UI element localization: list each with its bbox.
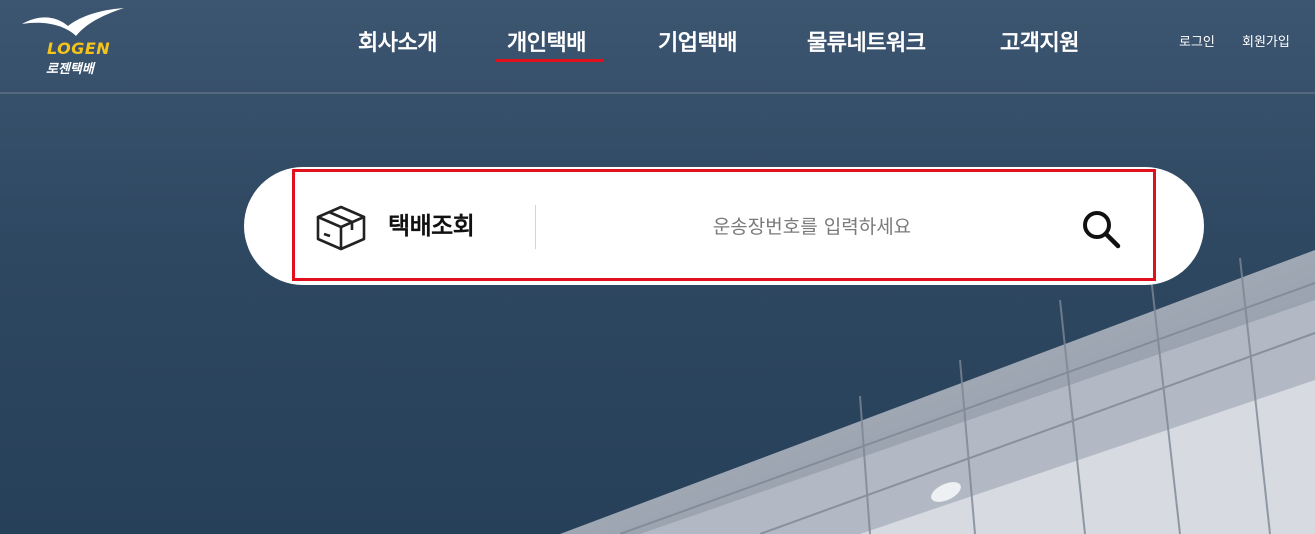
header-divider [0,92,1315,94]
logo-text-en: LOGEN [47,39,111,58]
search-icon [1083,211,1121,249]
package-box-icon [316,205,366,251]
search-label: 택배조회 [388,212,475,240]
nav-logistics-network[interactable]: 물류네트워크 [807,25,926,57]
login-link[interactable]: 로그인 [1179,31,1215,50]
nav-active-indicator [495,59,603,62]
site-header: LOGEN 로젠택배 회사소개 개인택배 기업택배 물류네트워크 고객지원 로그… [0,0,1315,92]
search-button[interactable] [1078,206,1124,252]
nav-personal-delivery[interactable]: 개인택배 [507,25,586,57]
logo[interactable]: LOGEN 로젠택배 [20,6,130,77]
nav-business-delivery[interactable]: 기업택배 [658,25,737,57]
logo-text-ko: 로젠택배 [46,62,94,77]
nav-customer-support[interactable]: 고객지원 [1000,25,1079,57]
search-divider [535,205,536,249]
signup-link[interactable]: 회원가입 [1242,31,1290,50]
tracking-number-input[interactable] [560,205,1064,249]
nav-company-intro[interactable]: 회사소개 [358,25,437,57]
